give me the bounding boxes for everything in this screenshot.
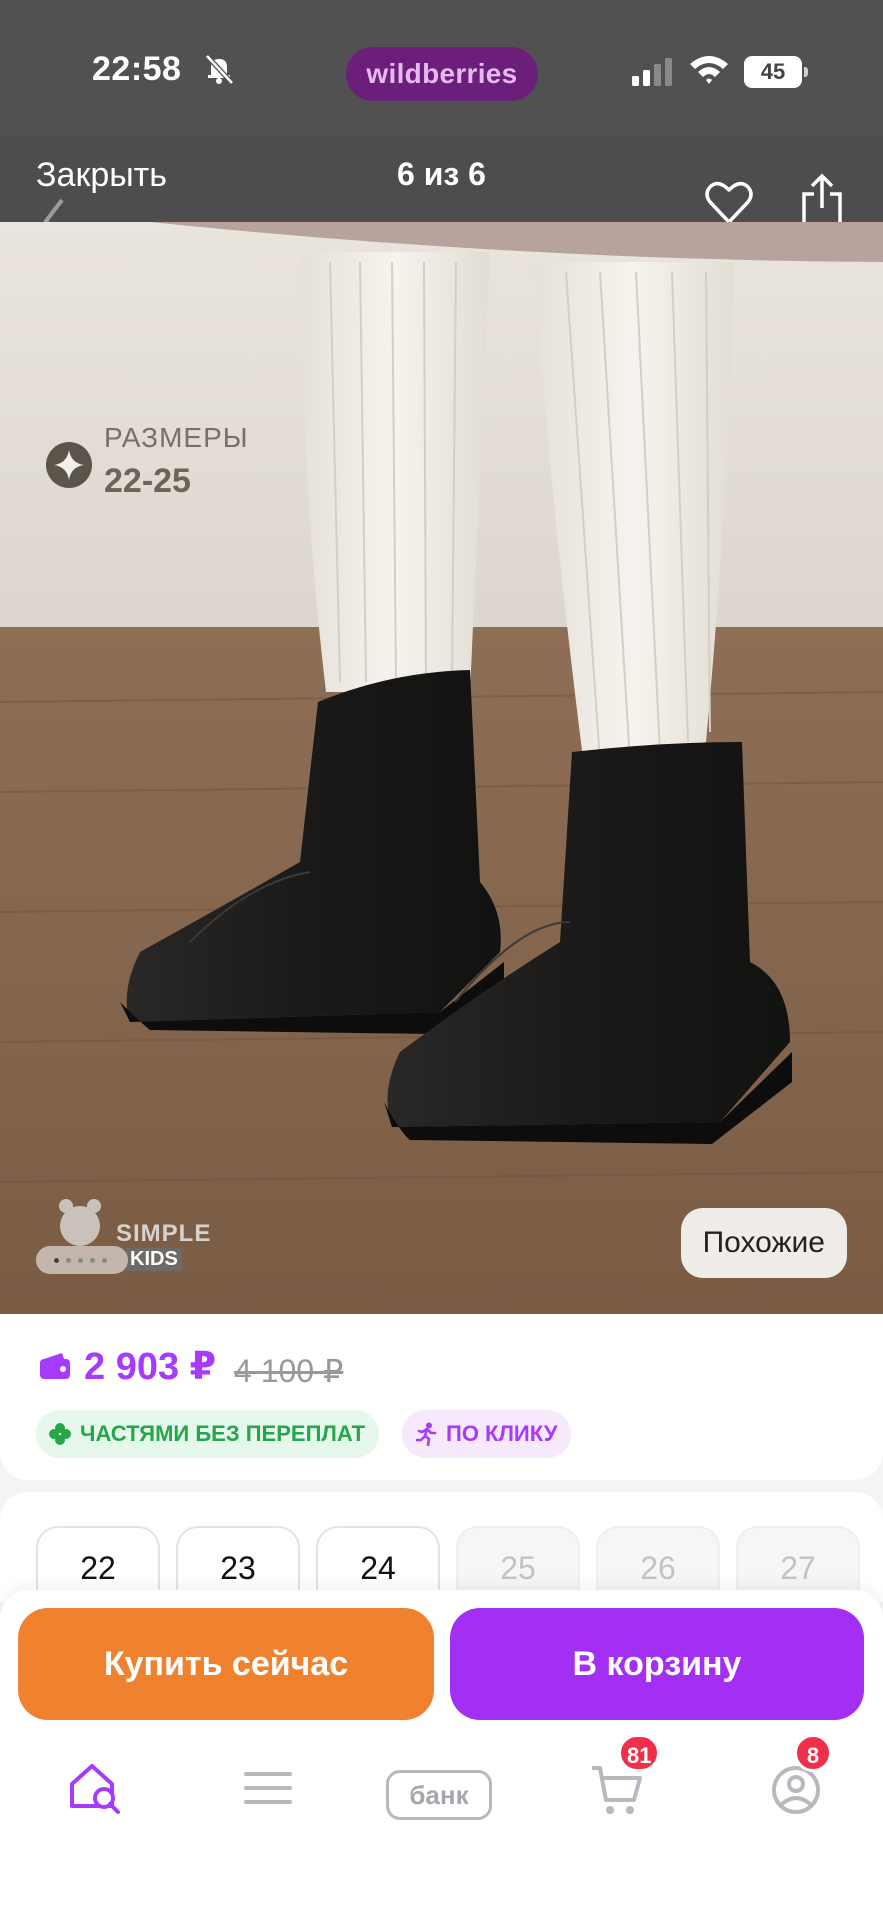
size-range: 22-25: [104, 462, 191, 500]
product-image: [0, 222, 883, 1314]
price-card: 2 903 ₽ 4 100 ₽ ЧАСТЯМИ БЕЗ ПЕРЕПЛАТ ПО …: [0, 1314, 883, 1480]
size-label: РАЗМЕРЫ: [104, 422, 249, 453]
size-selector: 22 23 24 25 26 27: [0, 1492, 883, 1610]
profile-count-badge: 8: [794, 1734, 832, 1772]
app-root: 22:58 wildberries 45 Закрыть 6 из 6 РАЗМ…: [0, 0, 883, 1920]
buy-now-button[interactable]: Купить сейчас: [18, 1608, 434, 1720]
pagination-dot: [66, 1258, 71, 1263]
one-click-label: ПО КЛИКУ: [446, 1421, 558, 1446]
tab-bank[interactable]: банк: [382, 1752, 492, 1852]
one-click-tag[interactable]: ПО КЛИКУ: [402, 1410, 572, 1458]
status-time: 22:58: [92, 50, 182, 88]
wildberries-logo: wildberries: [346, 47, 538, 101]
bell-off-icon: [205, 54, 234, 85]
tab-home[interactable]: [46, 1752, 156, 1852]
sparkle-icon: [46, 442, 92, 488]
tab-profile[interactable]: 8: [746, 1734, 856, 1852]
image-pagination-dots[interactable]: [36, 1246, 128, 1274]
cart-count-badge: 81: [618, 1734, 661, 1772]
similar-button[interactable]: Похожие: [680, 1208, 847, 1278]
viewer-top-nav: Закрыть 6 из 6: [0, 136, 883, 244]
pagination-dot: [78, 1258, 83, 1263]
brand-subname: KIDS: [126, 1248, 182, 1271]
pagination-dot: [90, 1258, 95, 1263]
heart-icon[interactable]: [704, 178, 754, 226]
clover-icon: [49, 1423, 71, 1445]
wifi-icon: [690, 56, 728, 84]
running-person-icon: [415, 1422, 437, 1446]
bottom-action-area: Купить сейчас В корзину банк 81 8: [0, 1590, 883, 1920]
add-to-cart-button[interactable]: В корзину: [450, 1608, 864, 1720]
status-bar: 22:58 wildberries 45: [0, 0, 883, 136]
bottom-tab-bar: банк 81 8: [0, 1734, 883, 1872]
wallet-icon: [40, 1353, 70, 1379]
bank-icon: банк: [386, 1770, 492, 1820]
current-price: 2 903 ₽: [84, 1346, 217, 1388]
cellular-signal-icon: [632, 58, 672, 86]
brand-name: SIMPLE: [116, 1220, 212, 1247]
share-icon[interactable]: [800, 172, 844, 228]
old-price: 4 100 ₽: [234, 1353, 344, 1389]
product-photo[interactable]: РАЗМЕРЫ 22-25 SIMPLE KIDS Похожие: [0, 222, 883, 1314]
home-search-icon: [70, 1764, 120, 1814]
menu-icon: [244, 1772, 292, 1804]
pagination-dot: [102, 1258, 107, 1263]
installments-label: ЧАСТЯМИ БЕЗ ПЕРЕПЛАТ: [80, 1421, 366, 1446]
tab-cart[interactable]: 81: [568, 1734, 678, 1852]
tab-catalog[interactable]: [220, 1752, 330, 1852]
installments-tag[interactable]: ЧАСТЯМИ БЕЗ ПЕРЕПЛАТ: [36, 1410, 380, 1458]
battery-icon: 45: [744, 56, 808, 88]
pagination-dot: [54, 1258, 59, 1263]
